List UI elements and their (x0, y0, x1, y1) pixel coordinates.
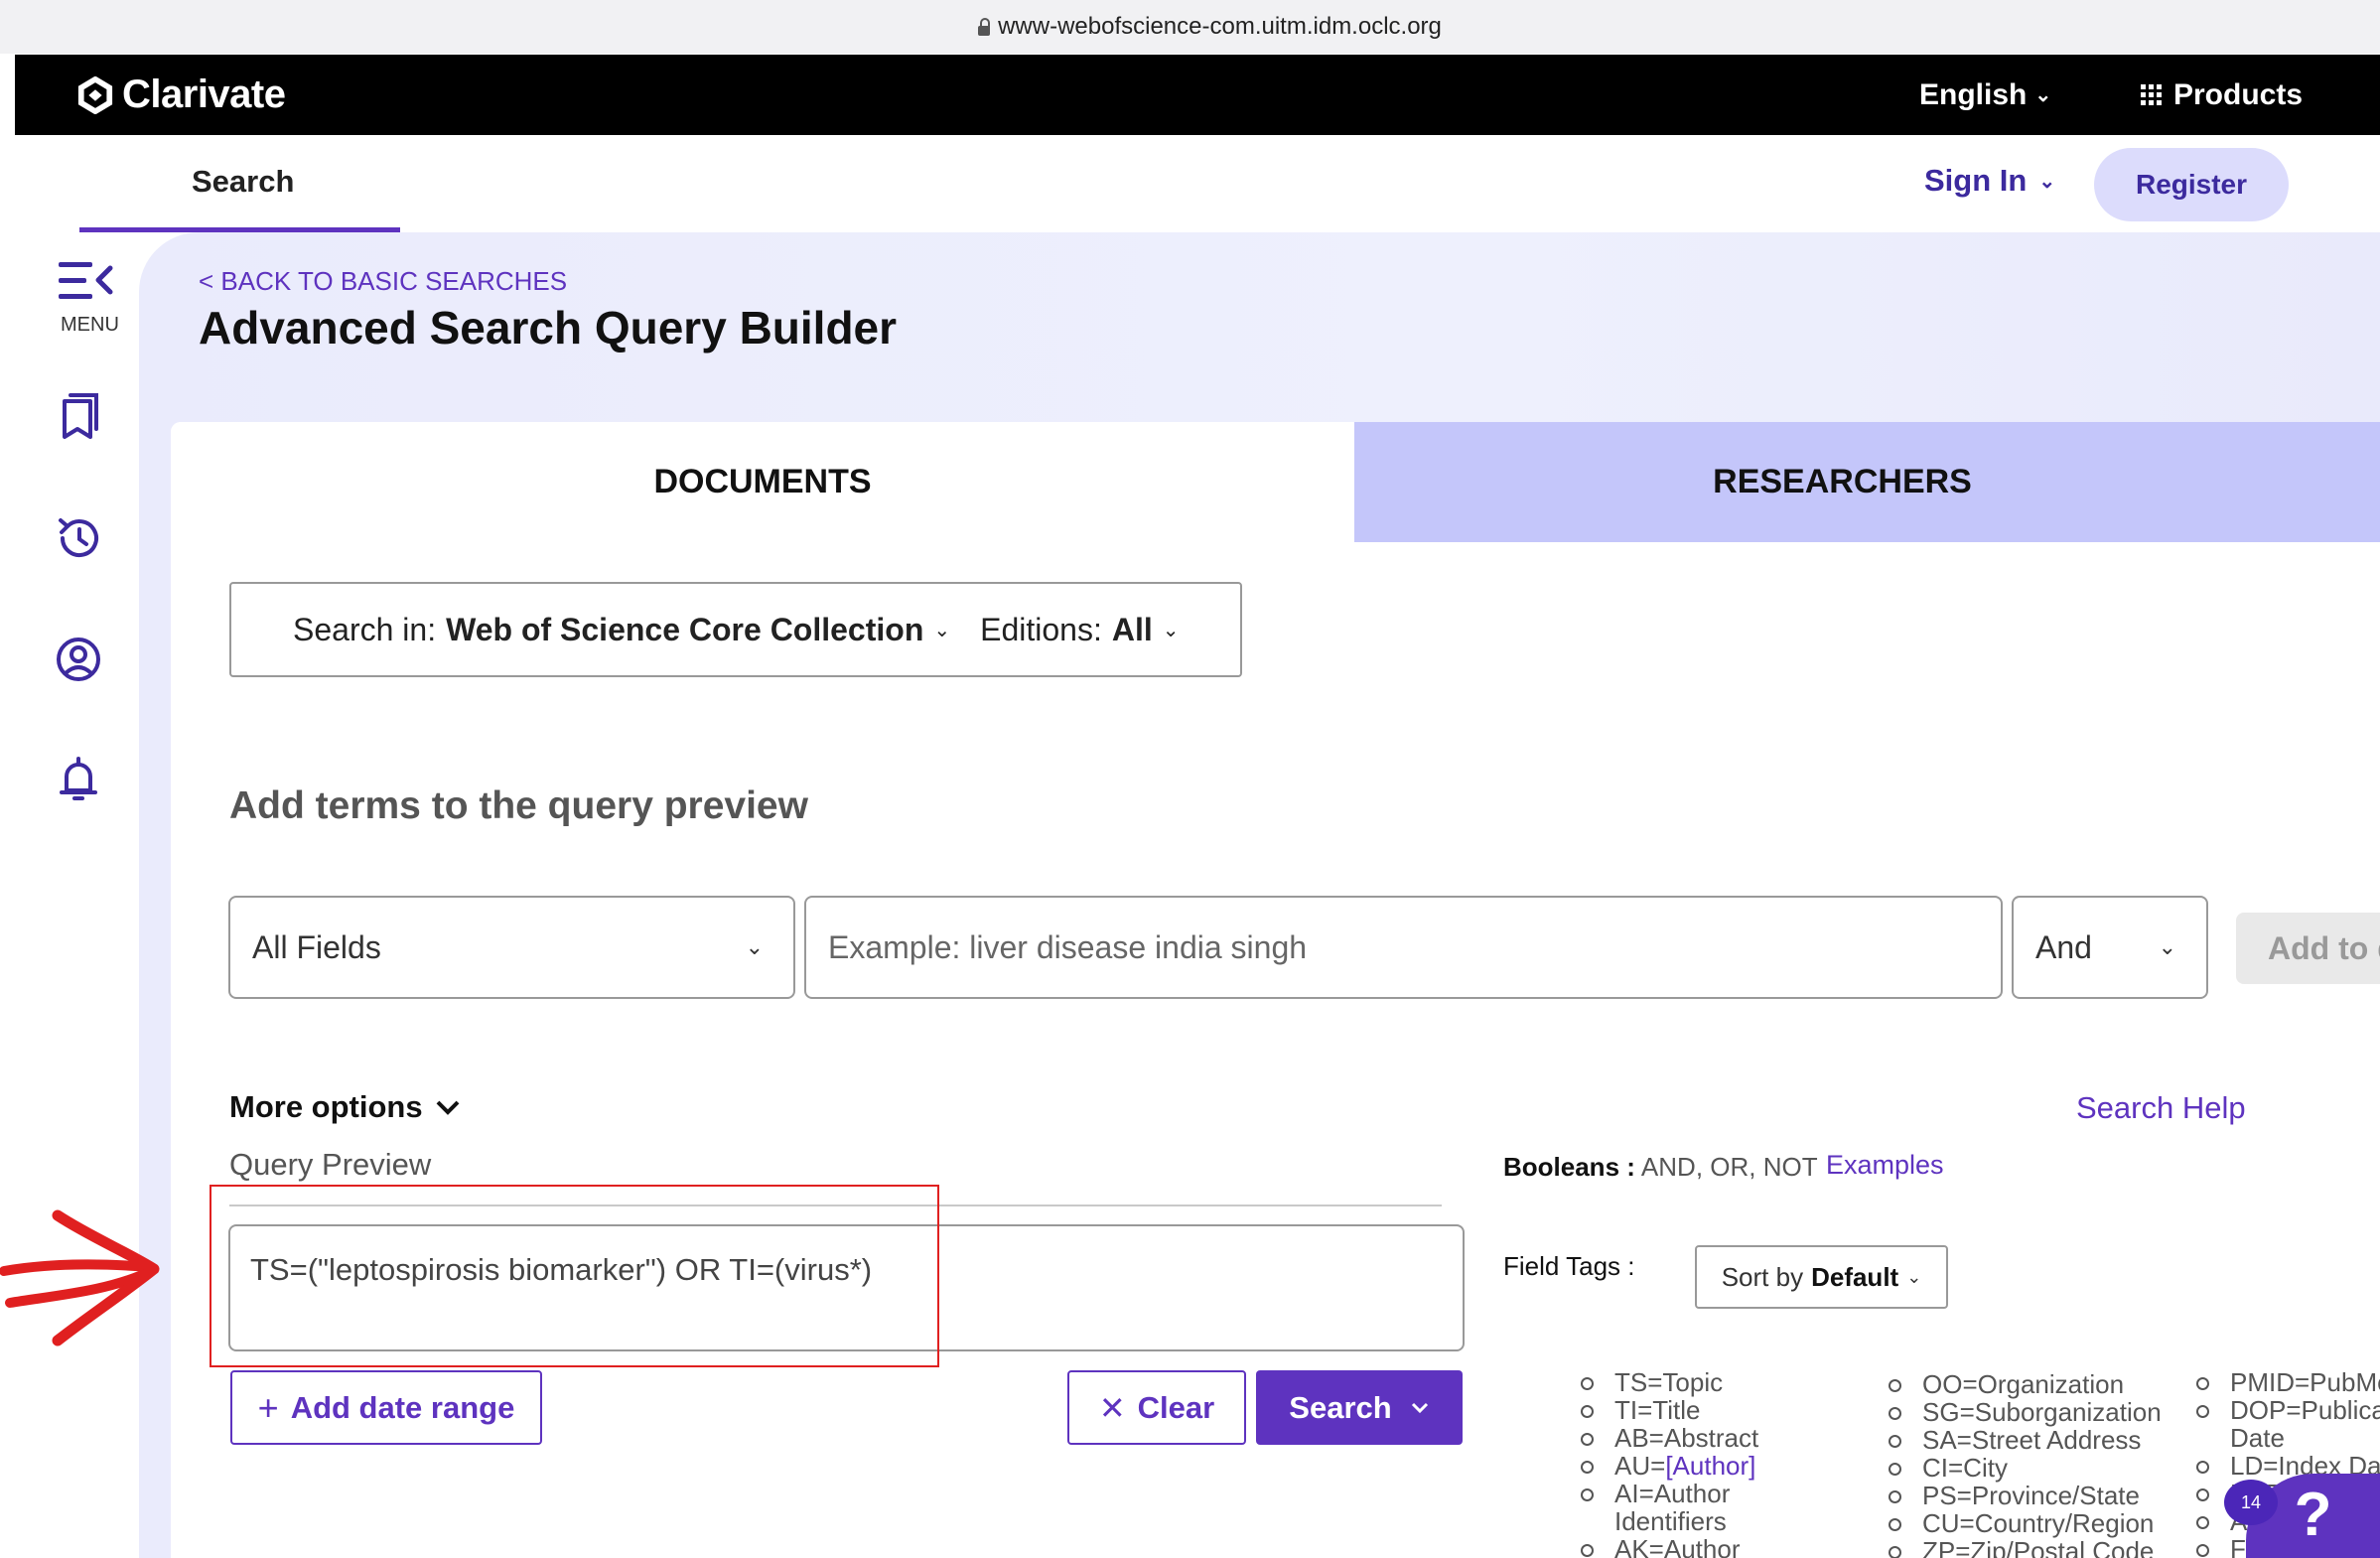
list-item-text: AU= (1614, 1451, 1666, 1481)
list-item: TI=Title (1581, 1396, 1839, 1424)
booleans-label: Booleans : (1503, 1152, 1635, 1182)
bookmark-icon[interactable] (51, 389, 106, 445)
list-item: AI=Author (1581, 1480, 1839, 1507)
field-select-value: All Fields (252, 928, 381, 965)
menu-collapse-icon[interactable] (59, 260, 118, 304)
tab-researchers[interactable]: RESEARCHERS (1354, 422, 2380, 542)
chevron-down-icon: ⌄ (933, 619, 951, 641)
profile-icon[interactable] (51, 632, 106, 687)
booleans-values: AND, OR, NOT (1640, 1152, 1818, 1182)
add-terms-heading: Add terms to the query preview (229, 784, 808, 827)
booleans-info: Booleans : AND, OR, NOT (1503, 1152, 1818, 1183)
list-item: OO=Organization (1889, 1370, 2196, 1398)
history-icon[interactable] (51, 510, 106, 566)
list-item: SG=Suborganization (1889, 1398, 2196, 1426)
menu-label: MENU (61, 314, 119, 336)
author-link[interactable]: Author (1673, 1451, 1750, 1481)
sort-by-dropdown[interactable]: Sort by Default ⌄ (1695, 1245, 1948, 1309)
search-in-selector: Search in: Web of Science Core Collectio… (229, 582, 1242, 677)
plus-icon: + (257, 1386, 279, 1428)
sign-in-label: Sign In (1924, 163, 2028, 198)
search-help-link[interactable]: Search Help (2076, 1090, 2246, 1126)
list-item-continuation: Date (2230, 1423, 2285, 1453)
add-date-range-label: Add date range (290, 1389, 515, 1425)
list-item: PMID=PubMed ID (2196, 1368, 2380, 1396)
language-label: English (1919, 77, 2028, 111)
language-selector[interactable]: English ⌄ (1919, 78, 2051, 112)
examples-link[interactable]: Examples (1826, 1150, 1944, 1181)
lock-icon (978, 18, 991, 36)
add-date-range-button[interactable]: + Add date range (230, 1370, 542, 1445)
list-item: SA=Street Address (1889, 1426, 2196, 1454)
back-to-basic-searches-link[interactable]: < BACK TO BASIC SEARCHES (199, 266, 567, 297)
close-icon: ✕ (1098, 1389, 1126, 1426)
boolean-operator-select[interactable]: And ⌄ (2012, 896, 2208, 999)
collection-dropdown[interactable]: Web of Science Core Collection (446, 612, 923, 648)
search-button[interactable]: Search (1256, 1370, 1463, 1445)
list-item: AU=[Author] (1581, 1452, 1839, 1480)
apps-grid-icon (2141, 84, 2162, 105)
operator-value: And (2035, 928, 2092, 965)
chevron-down-icon (1411, 1402, 1428, 1413)
field-select[interactable]: All Fields ⌄ (228, 896, 795, 999)
search-in-label: Search in: (293, 611, 437, 647)
notification-badge: 14 (2224, 1480, 2278, 1525)
red-arrow-icon (0, 1209, 160, 1346)
field-tags-label: Field Tags : (1503, 1251, 1635, 1281)
sort-by-value: Default (1811, 1261, 1899, 1292)
top-bar: Clarivate English ⌄ Products (15, 55, 2380, 135)
more-options-label: More options (229, 1089, 423, 1124)
chevron-down-icon (436, 1100, 460, 1115)
chevron-down-icon: ⌄ (745, 934, 764, 959)
url-text: www-webofscience-com.uitm.idm.oclc.org (978, 13, 1442, 41)
chevron-down-icon: ⌄ (2034, 84, 2052, 106)
list-item: TS=Topic (1581, 1368, 1839, 1396)
brand-name: Clarivate (122, 72, 286, 116)
sign-in-menu[interactable]: Sign In ⌄ (1924, 163, 2055, 199)
sort-by-label: Sort by (1721, 1261, 1804, 1292)
clear-button[interactable]: ✕ Clear (1067, 1370, 1246, 1445)
tab-documents[interactable]: DOCUMENTS (171, 422, 1354, 542)
add-to-query-button[interactable]: Add to query (2236, 913, 2380, 984)
list-item: CU=Country/Region (1889, 1509, 2196, 1537)
page-title: Advanced Search Query Builder (199, 302, 898, 354)
list-item: CI=City (1889, 1454, 2196, 1482)
editions-dropdown[interactable]: All (1112, 612, 1153, 648)
clear-label: Clear (1137, 1389, 1215, 1425)
list-item: AK=Author (1581, 1535, 1839, 1558)
bell-icon[interactable] (51, 753, 106, 808)
list-item: ZP=Zip/Postal Code (1889, 1537, 2196, 1558)
clarivate-mark-icon (77, 75, 113, 114)
editions-label: Editions: (980, 611, 1102, 647)
chevron-down-icon: ⌄ (1906, 1266, 1922, 1287)
chevron-down-icon: ⌄ (1162, 619, 1180, 641)
field-tags-list-1: TS=Topic TI=Title AB=Abstract AU=[Author… (1581, 1368, 1839, 1558)
clarivate-logo[interactable]: Clarivate (76, 72, 286, 117)
list-item: PS=Province/State (1889, 1482, 2196, 1509)
list-item-continuation: Identifiers (1614, 1506, 1727, 1536)
sub-navigation: Search Sign In ⌄ Register (0, 135, 2380, 232)
products-label: Products (2173, 77, 2304, 111)
field-tags-list-2: OO=Organization SG=Suborganization SA=St… (1889, 1370, 2196, 1558)
list-item: AB=Abstract (1581, 1424, 1839, 1452)
query-preview-label: Query Preview (229, 1147, 432, 1182)
annotation-highlight-box (210, 1185, 939, 1367)
search-term-input[interactable] (804, 896, 2003, 999)
left-sidebar: MENU (15, 232, 139, 1558)
more-options-toggle[interactable]: More options (229, 1089, 461, 1125)
register-button[interactable]: Register (2094, 148, 2289, 221)
tab-search[interactable]: Search (79, 135, 400, 232)
chevron-down-icon: ⌄ (2038, 170, 2056, 193)
url-label: www-webofscience-com.uitm.idm.oclc.org (998, 13, 1442, 40)
products-menu[interactable]: Products (2141, 78, 2303, 112)
browser-url-bar[interactable]: www-webofscience-com.uitm.idm.oclc.org (0, 0, 2380, 54)
chevron-down-icon: ⌄ (2158, 934, 2176, 959)
search-label: Search (1289, 1389, 1392, 1425)
question-mark-icon: ? (2294, 1481, 2332, 1549)
list-item: DOP=Publication (2196, 1396, 2380, 1424)
